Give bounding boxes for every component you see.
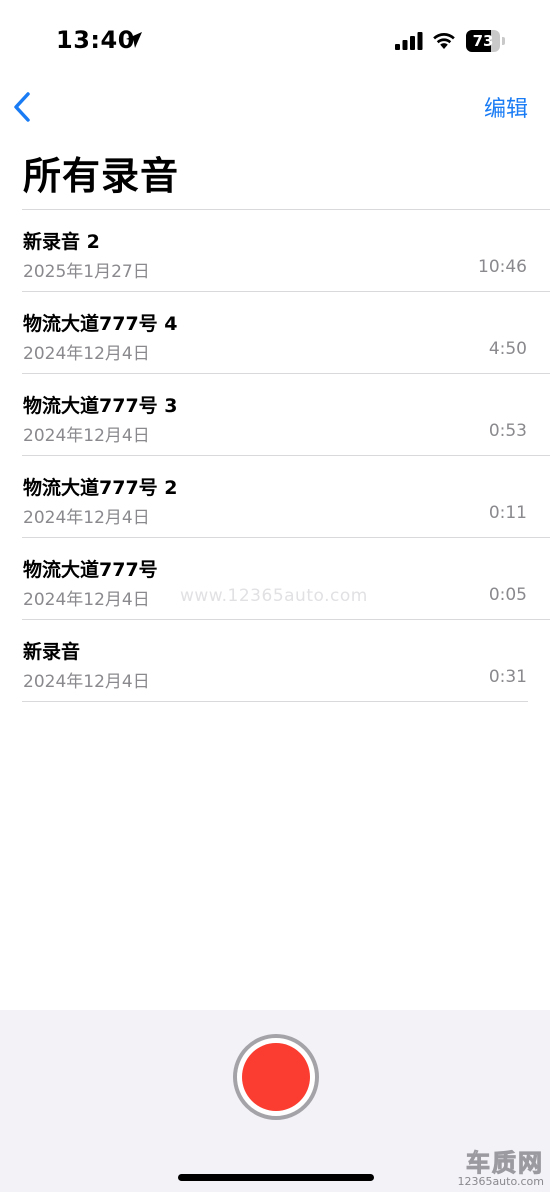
recording-date: 2024年12月4日 bbox=[23, 426, 150, 446]
recording-list: 新录音 2 2025年1月27日 10:46 物流大道777号 4 2024年1… bbox=[22, 209, 550, 702]
recording-date: 2025年1月27日 bbox=[23, 262, 150, 282]
location-arrow-icon bbox=[126, 32, 142, 48]
recording-duration: 0:05 bbox=[488, 585, 527, 605]
recording-duration: 0:11 bbox=[488, 503, 527, 523]
recording-date: 2024年12月4日 bbox=[23, 508, 150, 528]
back-button[interactable] bbox=[8, 88, 44, 126]
record-icon bbox=[242, 1043, 310, 1111]
cellular-signal-icon bbox=[395, 32, 423, 50]
recording-item[interactable]: 新录音 2024年12月4日 0:31 bbox=[22, 620, 528, 702]
status-bar: 13:40 73 bbox=[0, 0, 550, 80]
recording-item[interactable]: 物流大道777号 2024年12月4日 0:05 bbox=[22, 538, 550, 620]
recording-date: 2024年12月4日 bbox=[23, 672, 150, 692]
recording-duration: 4:50 bbox=[488, 339, 527, 359]
recording-title: 新录音 bbox=[23, 641, 81, 663]
wifi-icon bbox=[433, 33, 455, 49]
recording-duration: 0:53 bbox=[488, 421, 527, 441]
edit-button[interactable]: 编辑 bbox=[484, 91, 528, 123]
recording-title: 物流大道777号 2 bbox=[23, 477, 178, 499]
recording-duration: 0:31 bbox=[488, 667, 527, 687]
chevron-left-icon bbox=[14, 92, 30, 122]
battery-icon: 73 bbox=[466, 30, 506, 52]
watermark-logo: 车质网 12365auto.com bbox=[457, 1150, 544, 1188]
recording-date: 2024年12月4日 bbox=[23, 590, 150, 610]
recording-item[interactable]: 物流大道777号 3 2024年12月4日 0:53 bbox=[22, 374, 550, 456]
recording-title: 物流大道777号 bbox=[23, 559, 158, 581]
watermark-text: www.12365auto.com bbox=[180, 586, 368, 606]
page-title: 所有录音 bbox=[23, 154, 180, 198]
record-button[interactable] bbox=[233, 1034, 319, 1120]
recording-date: 2024年12月4日 bbox=[23, 344, 150, 364]
recording-duration: 10:46 bbox=[478, 257, 527, 277]
recording-item[interactable]: 物流大道777号 2 2024年12月4日 0:11 bbox=[22, 456, 550, 538]
recording-title: 物流大道777号 3 bbox=[23, 395, 178, 417]
recording-title: 新录音 2 bbox=[23, 231, 100, 253]
home-indicator[interactable] bbox=[178, 1174, 374, 1181]
recording-title: 物流大道777号 4 bbox=[23, 313, 178, 335]
battery-level: 73 bbox=[472, 32, 494, 50]
recording-item[interactable]: 物流大道777号 4 2024年12月4日 4:50 bbox=[22, 292, 550, 374]
watermark-logo-main: 车质网 bbox=[466, 1149, 544, 1177]
recording-item[interactable]: 新录音 2 2025年1月27日 10:46 bbox=[22, 210, 550, 292]
watermark-logo-sub: 12365auto.com bbox=[457, 1175, 544, 1188]
